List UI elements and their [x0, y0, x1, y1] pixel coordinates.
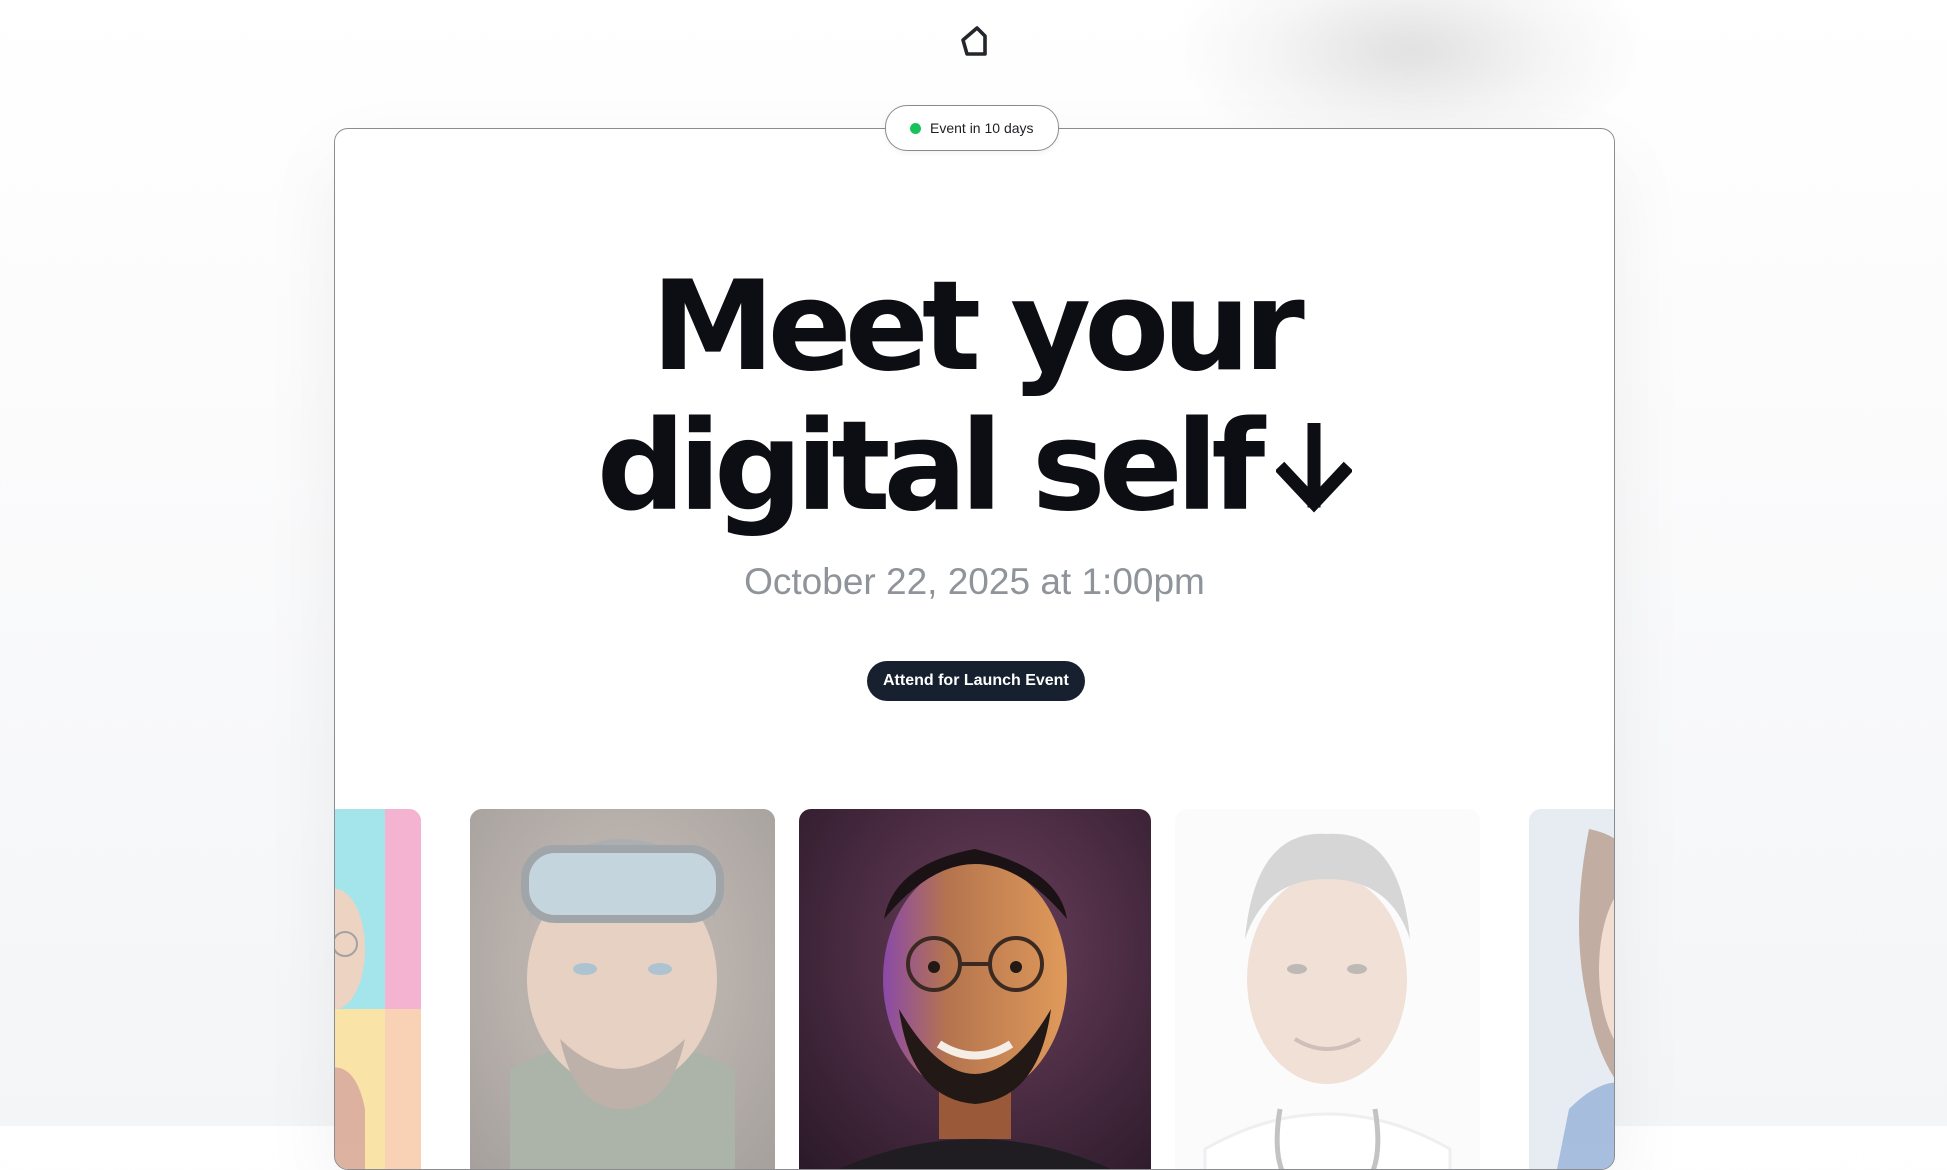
hero-title: Meet your digital self [335, 257, 1614, 537]
hero-title-line-1: Meet your [651, 255, 1305, 399]
arrow-down-icon [1275, 403, 1354, 513]
attend-launch-event-button[interactable]: Attend for Launch Event [867, 661, 1085, 701]
event-countdown-badge: Event in 10 days [885, 105, 1059, 151]
hero-title-text-2: digital self [596, 395, 1266, 539]
portrait-skier-goggles[interactable] [470, 809, 775, 1169]
portrait-woman-partial[interactable] [1529, 809, 1614, 1169]
portrait-doctor-gray-hair[interactable] [1175, 809, 1480, 1169]
portrait-man-glasses-smiling[interactable] [799, 809, 1151, 1169]
event-date: October 22, 2025 at 1:00pm [744, 561, 1205, 602]
event-countdown-label: Event in 10 days [930, 120, 1034, 136]
portrait-colorful-partial[interactable] [335, 809, 421, 1169]
hero-title-line-2: digital self [335, 397, 1614, 537]
brand-logo-icon[interactable] [955, 22, 995, 62]
hero-card: Meet your digital self October 22, 2025 … [334, 128, 1615, 1170]
status-dot-icon [910, 122, 921, 134]
